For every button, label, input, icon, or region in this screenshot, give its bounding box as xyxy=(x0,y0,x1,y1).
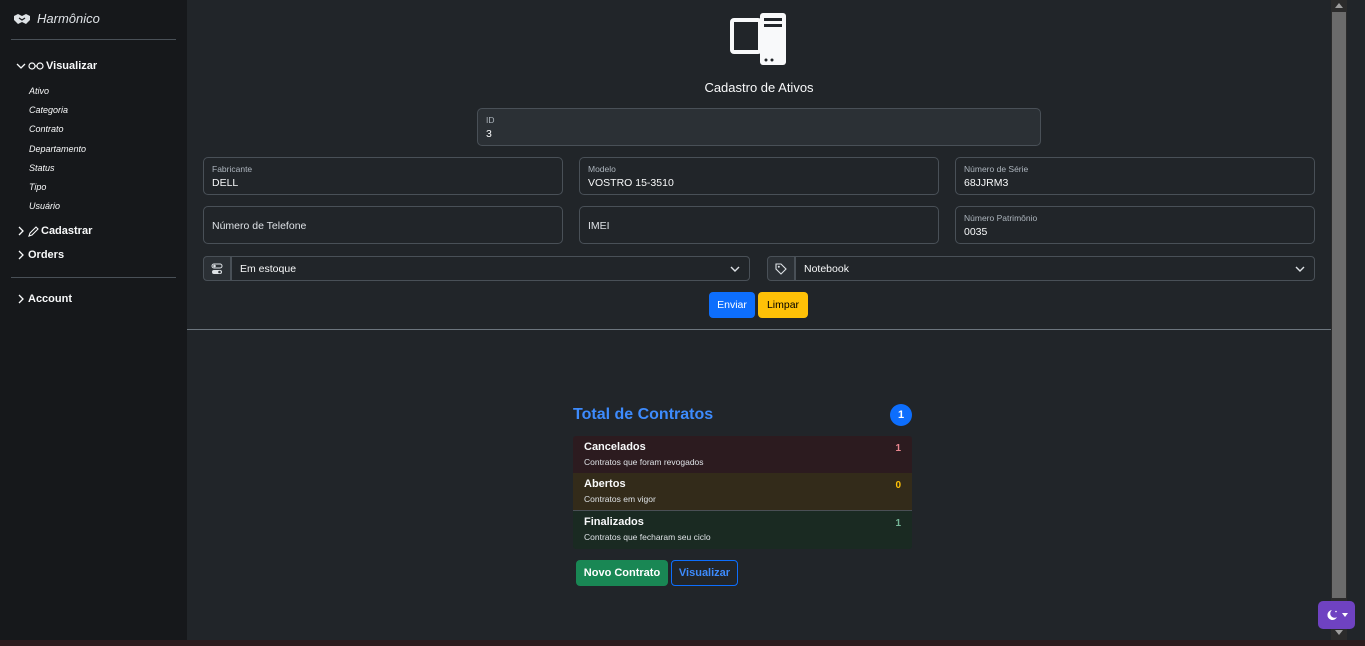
telefone-field[interactable]: Número de Telefone xyxy=(203,206,563,244)
sidebar-group-cadastrar[interactable]: Cadastrar xyxy=(16,225,92,237)
contract-item-count: 1 xyxy=(895,443,901,454)
categoria-addon xyxy=(767,256,795,281)
tag-icon xyxy=(775,262,787,275)
contract-item-count: 1 xyxy=(895,518,901,529)
sidebar-group-label: Visualizar xyxy=(46,60,98,72)
chevron-right-icon xyxy=(18,250,24,260)
pencil-icon xyxy=(28,225,39,237)
sidebar-group-account[interactable]: Account xyxy=(16,293,72,305)
sidebar-group-label: Account xyxy=(28,293,72,305)
contracts-total-badge: 1 xyxy=(890,404,912,426)
status-select-value: Em estoque xyxy=(240,263,297,275)
pc-display-icon xyxy=(730,13,786,65)
handshake-icon xyxy=(14,13,30,24)
sidebar-group-orders[interactable]: Orders xyxy=(16,249,64,261)
chevron-down-icon xyxy=(730,266,740,272)
glasses-icon xyxy=(28,62,44,70)
sidebar-group-visualizar[interactable]: Visualizar xyxy=(16,60,97,72)
fabricante-label: Fabricante xyxy=(212,164,253,174)
scrollbar-thumb[interactable] xyxy=(1332,12,1346,598)
chevron-down-icon xyxy=(16,63,26,69)
toggles-icon xyxy=(211,263,223,274)
sidebar-divider xyxy=(11,277,176,278)
id-field[interactable]: ID 3 xyxy=(477,108,1041,146)
sidebar-group-label: Orders xyxy=(28,249,65,261)
status-select[interactable]: Em estoque xyxy=(231,256,750,281)
contract-item-desc: Contratos em vigor xyxy=(584,494,656,504)
section-divider xyxy=(187,329,1331,330)
sidebar-group-label: Cadastrar xyxy=(41,225,93,237)
id-label: ID xyxy=(486,115,495,125)
brand-name: Harmônico xyxy=(37,11,100,26)
sidebar-item-contrato[interactable]: Contrato xyxy=(29,124,64,134)
sidebar-item-ativo[interactable]: Ativo xyxy=(29,86,49,96)
patrimonio-label: Número Patrimônio xyxy=(964,213,1038,223)
categoria-select-value: Notebook xyxy=(804,263,849,275)
sidebar-item-usuario[interactable]: Usuário xyxy=(29,201,60,211)
fabricante-value: DELL xyxy=(212,177,239,189)
form-title: Cadastro de Ativos xyxy=(704,80,814,95)
imei-placeholder: IMEI xyxy=(588,220,610,232)
contract-item-cancelados: Cancelados Contratos que foram revogados… xyxy=(573,436,912,474)
scroll-up-arrow-icon[interactable] xyxy=(1335,3,1343,8)
contract-item-abertos: Abertos Contratos em vigor 0 xyxy=(573,473,912,511)
app-root: Harmônico Visualizar Ativo Categoria Con… xyxy=(0,0,1365,646)
patrimonio-field[interactable]: Número Patrimônio 0035 xyxy=(955,206,1315,244)
brand[interactable]: Harmônico xyxy=(13,11,100,26)
patrimonio-value: 0035 xyxy=(964,226,988,238)
chevron-right-icon xyxy=(18,226,24,236)
sidebar-item-tipo[interactable]: Tipo xyxy=(29,182,46,192)
numero-serie-field[interactable]: Número de Série 68JJRM3 xyxy=(955,157,1315,195)
telefone-placeholder: Número de Telefone xyxy=(212,220,307,232)
moon-stars-icon xyxy=(1327,610,1337,620)
contracts-title: Total de Contratos xyxy=(573,406,714,423)
modelo-label: Modelo xyxy=(588,164,616,174)
theme-toggle-button[interactable] xyxy=(1318,601,1355,629)
contract-item-title: Finalizados xyxy=(584,516,644,528)
id-value: 3 xyxy=(486,128,492,140)
modelo-value: VOSTRO 15-3510 xyxy=(588,177,674,189)
contract-item-desc: Contratos que foram revogados xyxy=(584,457,704,467)
chevron-down-icon xyxy=(1295,266,1305,272)
categoria-select[interactable]: Notebook xyxy=(795,256,1315,281)
contract-item-title: Cancelados xyxy=(584,441,646,453)
submit-button[interactable]: Enviar xyxy=(709,292,755,318)
new-contract-button[interactable]: Novo Contrato xyxy=(576,560,668,586)
chevron-right-icon xyxy=(18,294,24,304)
caret-down-icon xyxy=(1342,613,1348,617)
fabricante-field[interactable]: Fabricante DELL xyxy=(203,157,563,195)
clear-button[interactable]: Limpar xyxy=(758,292,808,318)
contract-item-count: 0 xyxy=(895,480,901,491)
numero-serie-label: Número de Série xyxy=(964,164,1029,174)
sidebar: Harmônico Visualizar Ativo Categoria Con… xyxy=(0,0,187,646)
scroll-down-arrow-icon[interactable] xyxy=(1335,630,1343,635)
sidebar-item-departamento[interactable]: Departamento xyxy=(29,144,86,154)
view-contracts-button[interactable]: Visualizar xyxy=(671,560,738,586)
sidebar-item-status[interactable]: Status xyxy=(29,163,55,173)
contract-item-desc: Contratos que fecharam seu ciclo xyxy=(584,532,711,542)
status-addon xyxy=(203,256,231,281)
sidebar-item-categoria[interactable]: Categoria xyxy=(29,105,68,115)
contract-item-title: Abertos xyxy=(584,478,626,490)
modelo-field[interactable]: Modelo VOSTRO 15-3510 xyxy=(579,157,939,195)
bottom-strip xyxy=(0,640,1365,646)
imei-field[interactable]: IMEI xyxy=(579,206,939,244)
numero-serie-value: 68JJRM3 xyxy=(964,177,1009,189)
sidebar-divider xyxy=(11,39,176,40)
contract-item-finalizados: Finalizados Contratos que fecharam seu c… xyxy=(573,511,912,549)
